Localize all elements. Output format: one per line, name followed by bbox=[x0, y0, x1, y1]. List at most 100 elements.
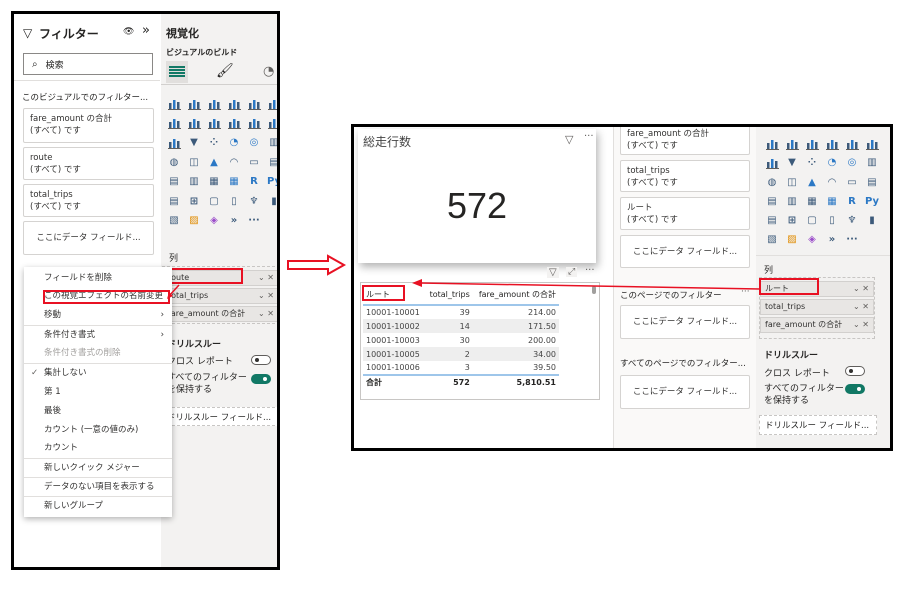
collapse-chevrons-icon[interactable]: » bbox=[142, 23, 150, 38]
filter-state: (すべて) です bbox=[30, 202, 81, 212]
well-fare-amount[interactable]: fare_amount の合計 ⌄ ✕ bbox=[163, 306, 277, 322]
viz-title: 視覚化 bbox=[166, 27, 199, 40]
chevron-down-icon[interactable]: ⌄ ✕ bbox=[258, 272, 274, 284]
right-screenshot: 総走行数 ▽ ··· 572 ▽ ⤢ ··· ルート total_trips f… bbox=[351, 124, 893, 451]
menu-label: 集計しない bbox=[44, 368, 87, 378]
line-column-icon[interactable] bbox=[227, 117, 241, 130]
pie-icon[interactable]: ◔ bbox=[227, 136, 241, 149]
build-visual-label: ビジュアルのビルド bbox=[166, 48, 238, 57]
chevron-right-icon: › bbox=[160, 330, 164, 340]
visual-type-gallery: ▼ ⁘ ◔ ◎ ▥ ◍ ◫ ▲ ◠ ▭ ▤ ▤ ▥ ▦ ▦ R Py ▤ ⊞ ▢ ▯ ♆ ▮ ▧ ▨ ◈ » ··· bbox=[167, 97, 277, 234]
drop-placeholder: ここにデータ フィールド... bbox=[36, 233, 141, 243]
key-influencers-icon[interactable]: ▤ bbox=[167, 195, 181, 208]
analytics-tab[interactable]: ◔ bbox=[263, 64, 274, 79]
100-column-icon[interactable] bbox=[267, 97, 277, 110]
stacked-bar-icon[interactable] bbox=[167, 97, 181, 110]
filters-title: フィルター bbox=[39, 27, 99, 41]
menu-first[interactable]: 第 1 bbox=[24, 383, 172, 401]
filter-state: (すべて) です bbox=[30, 126, 81, 136]
menu-dont-summarize[interactable]: ✓ 集計しない bbox=[24, 364, 172, 382]
chevron-right-icon: › bbox=[160, 310, 164, 320]
search-placeholder: 検索 bbox=[45, 60, 64, 71]
chevrons-icon[interactable]: » bbox=[227, 214, 241, 227]
slicer-icon[interactable]: ▥ bbox=[187, 175, 201, 188]
filter-card-total-trips[interactable]: total_trips (すべて) です bbox=[23, 184, 154, 217]
waterfall-icon[interactable] bbox=[167, 136, 181, 149]
line-icon[interactable] bbox=[167, 117, 181, 130]
paginated-icon[interactable]: ▮ bbox=[267, 195, 277, 208]
drill-through-well[interactable]: ドリルスルー フィールド... bbox=[162, 407, 277, 426]
menu-new-group[interactable]: 新しいグループ bbox=[24, 497, 172, 515]
decomposition-tree-icon[interactable]: ⊞ bbox=[187, 195, 201, 208]
diamond-icon[interactable]: ◈ bbox=[207, 214, 221, 227]
filter-field: route bbox=[30, 153, 53, 163]
menu-remove-field[interactable]: フィールドを削除 bbox=[24, 269, 172, 287]
stacked-area-icon[interactable] bbox=[207, 117, 221, 130]
chevron-down-icon[interactable]: ⌄ ✕ bbox=[258, 290, 274, 302]
card-icon[interactable]: ▭ bbox=[247, 156, 261, 169]
100-bar-icon[interactable] bbox=[247, 97, 261, 110]
drill-placeholder: ドリルスルー フィールド... bbox=[167, 413, 272, 423]
ribbon-icon[interactable] bbox=[267, 117, 277, 130]
search-input[interactable]: ⌕ 検索 bbox=[23, 53, 153, 75]
menu-count[interactable]: カウント bbox=[24, 439, 172, 457]
funnel-icon[interactable]: ▼ bbox=[187, 136, 201, 149]
keep-filters-line1: すべてのフィルター bbox=[167, 373, 247, 383]
format-visual-tab[interactable]: 🖌 bbox=[216, 63, 234, 79]
filter-card-route[interactable]: route (すべて) です bbox=[23, 147, 154, 180]
matrix-icon[interactable]: ▦ bbox=[227, 175, 241, 188]
more-icon[interactable]: ··· bbox=[247, 214, 261, 227]
menu-show-items-no-data[interactable]: データのない項目を表示する bbox=[24, 478, 172, 496]
red-pointer-arrow bbox=[167, 284, 180, 299]
filter-field: total_trips bbox=[30, 190, 73, 200]
left-screenshot: ▽ フィルター 👁 » ⌕ 検索 このビジュアルでのフィルター... fare_… bbox=[11, 11, 280, 570]
menu-move[interactable]: 移動 › bbox=[24, 306, 172, 324]
highlight-rename bbox=[43, 290, 170, 304]
multirow-card-icon[interactable]: ▤ bbox=[267, 156, 277, 169]
transition-arrow bbox=[287, 254, 347, 276]
field-context-menu: フィールドを削除 この視覚エフェクトの名前変更 移動 › 条件付き書式 › 条件付き… bbox=[24, 267, 172, 517]
stacked-column-icon[interactable] bbox=[187, 97, 201, 110]
divider bbox=[14, 80, 160, 81]
keep-filters-toggle[interactable] bbox=[251, 374, 271, 384]
clustered-bar-icon[interactable] bbox=[207, 97, 221, 110]
python-visual-icon[interactable]: Py bbox=[267, 175, 277, 188]
power-apps-icon[interactable]: ▧ bbox=[167, 214, 181, 227]
line-cluster-icon[interactable] bbox=[247, 117, 261, 130]
build-visual-tab[interactable] bbox=[166, 61, 188, 83]
eye-icon[interactable]: 👁 bbox=[123, 27, 134, 37]
clustered-column-icon[interactable] bbox=[227, 97, 241, 110]
goals-icon[interactable]: ♆ bbox=[247, 195, 261, 208]
menu-label: 移動 bbox=[44, 310, 62, 320]
menu-new-quick-measure[interactable]: 新しいクイック メジャー bbox=[24, 459, 172, 477]
azure-map-icon[interactable]: ▲ bbox=[207, 156, 221, 169]
filter-drop-zone[interactable]: ここにデータ フィールド... bbox=[23, 221, 154, 255]
smart-narrative-icon[interactable]: ▯ bbox=[227, 195, 241, 208]
r-visual-icon[interactable]: R bbox=[247, 175, 261, 188]
filter-icon: ▽ bbox=[23, 26, 33, 40]
chevron-down-icon[interactable]: ⌄ ✕ bbox=[258, 308, 274, 320]
filled-map-icon[interactable]: ◫ bbox=[187, 156, 201, 169]
area-icon[interactable] bbox=[187, 117, 201, 130]
red-connector-arrow bbox=[412, 279, 761, 290]
map-icon[interactable]: ◍ bbox=[167, 156, 181, 169]
cross-report-toggle[interactable] bbox=[251, 355, 271, 365]
scatter-icon[interactable]: ⁘ bbox=[207, 136, 221, 149]
columns-label: 列 bbox=[169, 254, 179, 264]
drill-through-title: ドリルスルー bbox=[167, 340, 222, 350]
treemap-icon[interactable]: ▥ bbox=[267, 136, 277, 149]
filter-state: (すべて) です bbox=[30, 165, 81, 175]
filter-card-fare-amount[interactable]: fare_amount の合計 (すべて) です bbox=[23, 108, 154, 143]
power-automate-icon[interactable]: ▨ bbox=[187, 214, 201, 227]
kpi-icon[interactable]: ▤ bbox=[167, 175, 181, 188]
table-icon[interactable]: ▦ bbox=[207, 175, 221, 188]
menu-remove-conditional-format: 条件付き書式の削除 bbox=[44, 348, 121, 358]
fields-grid-icon bbox=[169, 66, 185, 78]
donut-icon[interactable]: ◎ bbox=[247, 136, 261, 149]
checkmark-icon: ✓ bbox=[31, 368, 39, 378]
qa-icon[interactable]: ▢ bbox=[207, 195, 221, 208]
menu-count-distinct[interactable]: カウント (一意の値のみ) bbox=[24, 421, 172, 439]
menu-conditional-format[interactable]: 条件付き書式 › bbox=[24, 326, 172, 344]
gauge-icon[interactable]: ◠ bbox=[227, 156, 241, 169]
menu-last[interactable]: 最後 bbox=[24, 402, 172, 420]
